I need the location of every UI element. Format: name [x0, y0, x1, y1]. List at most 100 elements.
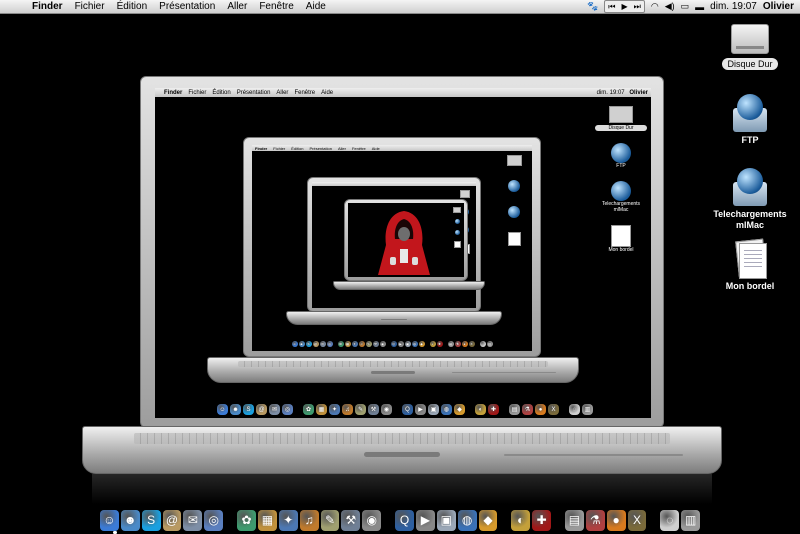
desktop-icon-label: FTP — [741, 135, 759, 145]
pumpkin-icon: ● — [535, 404, 546, 415]
dvd-player-icon[interactable]: ◉ — [362, 509, 382, 531]
nested-menu-item: Aller — [276, 89, 289, 96]
documents-icon — [733, 238, 767, 279]
nested-dock: ☺ ☻ S @ ✉ ◎ ✿ ▦ ✦ ♫ ✎ ⚒ ◉ Q ▶ ▣ ◍ ◆ ◐ ✚ ▤ ⚗ ● X ◌ ▥ — [215, 401, 595, 415]
menu-finder[interactable]: Finder — [24, 0, 69, 14]
display-icon[interactable]: ▭ — [681, 1, 690, 12]
cd-icon: ◌ — [479, 341, 486, 347]
desktop-icon-label: Mon bordel — [725, 281, 775, 291]
video-icon[interactable]: ▶ — [415, 509, 435, 531]
menubar-clock[interactable]: dim. 19:07 — [710, 1, 757, 12]
address-book-icon[interactable]: @ — [162, 509, 182, 531]
iphoto-icon: ✿ — [303, 404, 314, 415]
mac-os-x-icon: X — [548, 404, 559, 415]
laptop-screen — [348, 203, 464, 277]
trash-icon[interactable]: ▥ — [681, 509, 701, 531]
adium-icon: ◆ — [418, 341, 425, 347]
network-icon[interactable]: ◍ — [457, 509, 477, 531]
menu-aller[interactable]: Aller — [221, 0, 253, 14]
desktop-icon-ftp[interactable]: FTP — [700, 94, 800, 146]
desktop-icon-label: Disque Dur — [722, 58, 778, 70]
transmission-icon[interactable]: ◐ — [511, 509, 531, 531]
address-book-icon: @ — [256, 404, 267, 415]
nested-menu-item: Édition — [212, 89, 231, 96]
previous-track-button[interactable]: ⏮ — [605, 1, 618, 12]
video-icon: ▶ — [397, 341, 404, 347]
laptop-base — [207, 357, 579, 383]
network-folder-icon — [731, 168, 769, 206]
menu-presentation[interactable]: Présentation — [153, 0, 221, 14]
imovie-icon: ✦ — [351, 341, 358, 347]
pumpkin-icon[interactable]: ● — [606, 509, 626, 531]
iphoto-gallery-icon[interactable]: ▦ — [257, 509, 277, 531]
nested-menu-item: Fenêtre — [294, 89, 316, 96]
garageband-icon[interactable]: ♫ — [299, 509, 319, 531]
safari-icon[interactable]: ◎ — [204, 509, 224, 531]
iphoto-gallery-icon: ▦ — [316, 404, 327, 415]
network-icon: ◍ — [441, 404, 452, 415]
battery-icon[interactable]: ▬ — [695, 2, 704, 12]
quicktime-icon[interactable]: Q — [395, 509, 414, 531]
laptop-base — [82, 426, 722, 474]
nested-desktop-icons: Disque Dur FTP Telechargements mlMac Mon… — [595, 106, 647, 253]
ichat-icon[interactable]: ☻ — [120, 509, 140, 531]
volume-icon[interactable]: ◀) — [665, 1, 675, 12]
cd-icon[interactable]: ◌ — [660, 509, 680, 531]
quicktime-icon: Q — [402, 404, 413, 415]
ichat-icon: ☻ — [298, 341, 305, 347]
preview-icon[interactable]: ▤ — [564, 509, 584, 531]
utility-icon[interactable]: ⚗ — [585, 509, 605, 531]
user-menu[interactable]: Olivier — [763, 1, 794, 12]
game-icon[interactable]: ✚ — [532, 509, 552, 531]
nested-menu-item: Présentation — [236, 89, 271, 96]
desktop-icon-disque-dur[interactable]: Disque Dur — [700, 24, 800, 70]
skype-icon[interactable]: S — [141, 509, 161, 531]
imovie-icon[interactable]: ✦ — [278, 509, 298, 531]
adium-icon[interactable]: ◆ — [478, 509, 498, 531]
nested-icon-mon-bordel: Mon bordel — [595, 225, 647, 253]
finder-icon[interactable]: ☺ — [99, 509, 119, 531]
menu-aide[interactable]: Aide — [300, 0, 332, 14]
transmission-icon: ◐ — [475, 404, 486, 415]
iphoto-gallery-icon: ▦ — [344, 341, 351, 347]
nested-menu-item: Aide — [321, 89, 334, 96]
menu-edition[interactable]: Édition — [111, 0, 154, 14]
menu-fichier[interactable]: Fichier — [69, 0, 111, 14]
photo-icon: ▣ — [428, 404, 439, 415]
iphoto-icon[interactable]: ✿ — [237, 509, 256, 531]
tools-icon[interactable]: ⚒ — [341, 509, 361, 531]
nested-menu-bar: Finder Fichier Édition Présentation Alle… — [155, 88, 651, 97]
mac-os-x-icon: X — [468, 341, 475, 347]
quicktime-icon: Q — [390, 341, 397, 347]
itunes-controller: ⏮ ▶ ⏭ — [604, 0, 645, 13]
mac-os-x-icon[interactable]: X — [627, 509, 647, 531]
network-icon: ◍ — [411, 341, 418, 347]
mail-icon: ✉ — [319, 341, 326, 347]
game-icon: ✚ — [436, 341, 443, 347]
desktop-icon-mon-bordel[interactable]: Mon bordel — [700, 238, 800, 292]
mail-icon[interactable]: ✉ — [183, 509, 203, 531]
play-button[interactable]: ▶ — [619, 1, 631, 12]
preview-icon: ▤ — [447, 341, 454, 347]
garageband-icon: ♫ — [342, 404, 353, 415]
wifi-icon[interactable]: ◠ — [651, 1, 659, 12]
imovie-icon: ✦ — [329, 404, 340, 415]
next-track-button[interactable]: ⏭ — [631, 1, 644, 12]
transmission-icon: ◐ — [429, 341, 436, 347]
desktop-icon-telechargements[interactable]: Telechargements mlMac — [700, 168, 800, 231]
cd-icon: ◌ — [569, 404, 580, 415]
paw-icon[interactable]: 🐾 — [587, 1, 598, 12]
ichat-icon: ☻ — [230, 404, 241, 415]
photo-icon[interactable]: ▣ — [436, 509, 456, 531]
trash-icon: ▥ — [582, 404, 593, 415]
nested-desktop-icons — [452, 207, 462, 248]
pencil-icon: ✎ — [355, 404, 366, 415]
preview-icon: ▤ — [509, 404, 520, 415]
utility-icon: ⚗ — [522, 404, 533, 415]
pencil-icon: ✎ — [365, 341, 372, 347]
pencil-icon[interactable]: ✎ — [320, 509, 340, 531]
menu-fenetre[interactable]: Fenêtre — [253, 0, 299, 14]
nested-icon-ftp: FTP — [595, 143, 647, 169]
nested-clock: dim. 19:07 Olivier — [596, 89, 648, 96]
iphoto-icon: ✿ — [337, 341, 344, 347]
